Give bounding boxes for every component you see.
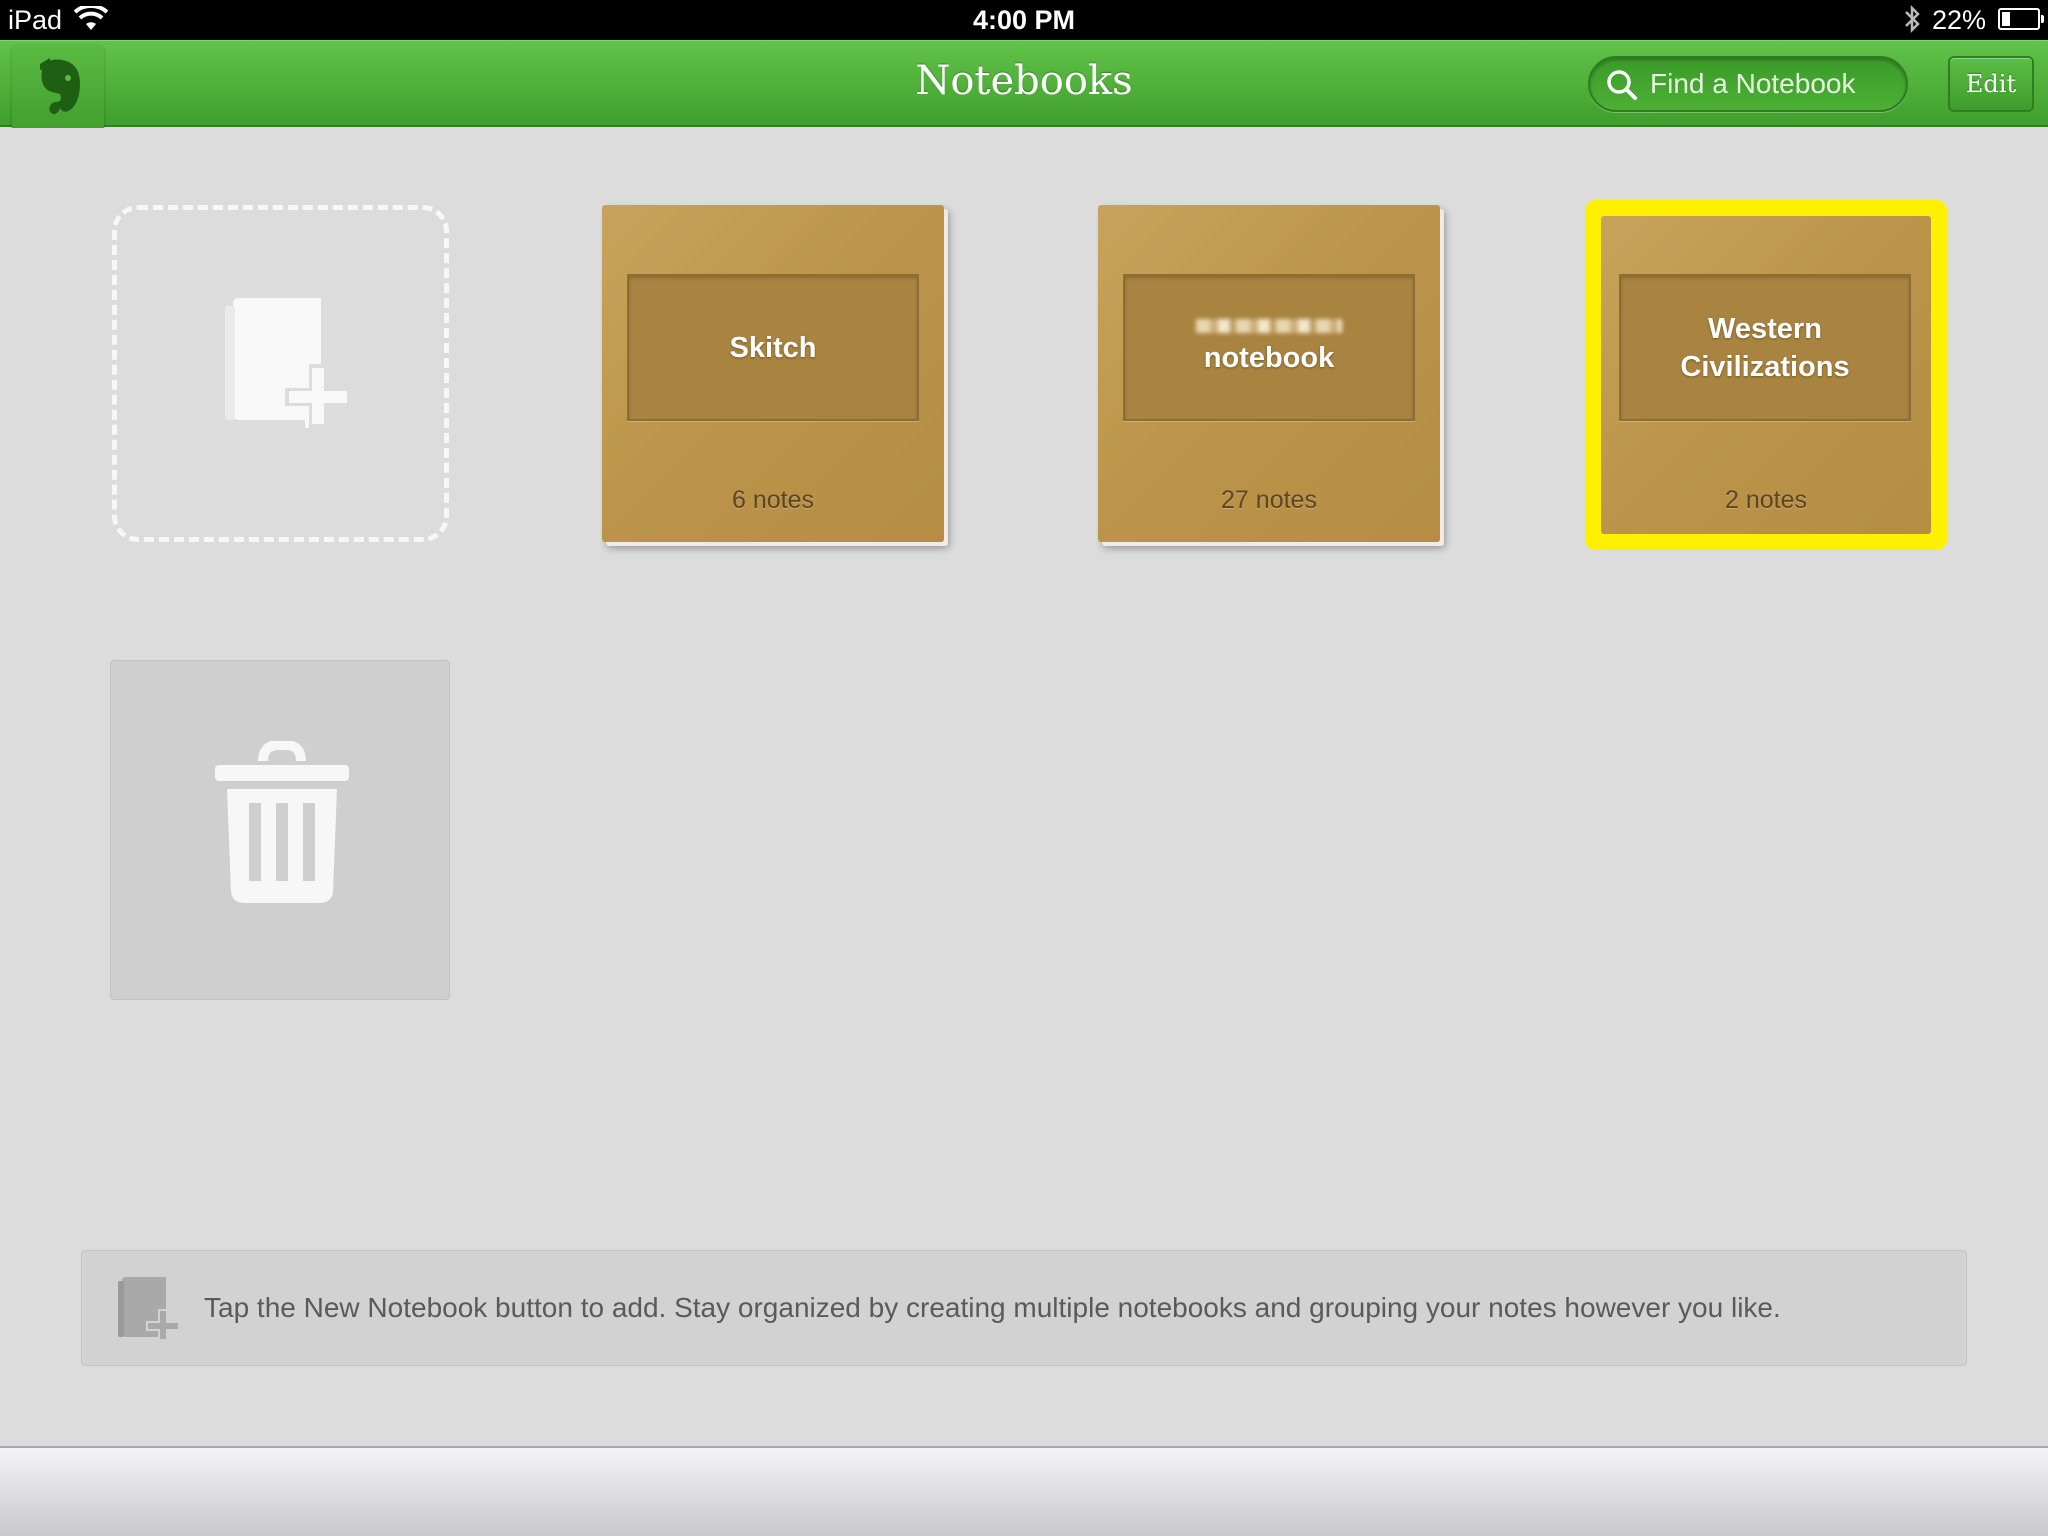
- trash-button[interactable]: [110, 660, 450, 1000]
- battery-icon: [1998, 8, 2044, 30]
- status-bar: iPad 4:00 PM 22%: [0, 0, 2048, 40]
- new-notebook-button[interactable]: [112, 205, 449, 542]
- notebook-title: notebook: [1203, 341, 1335, 374]
- notebook-note-count: 6 notes: [731, 486, 814, 514]
- bottom-toolbar: [0, 1446, 2048, 1536]
- notebook-title: Skitch: [729, 331, 817, 364]
- battery-percent: 22%: [1932, 5, 1987, 35]
- notebook-label: Western Civilizations: [1619, 274, 1911, 421]
- notebook-title: Western Civilizations: [1680, 312, 1850, 383]
- notebook-label: Skitch: [627, 274, 919, 421]
- notebook-skitch[interactable]: Skitch 6 notes: [602, 205, 944, 542]
- edit-button[interactable]: Edit: [1948, 56, 2034, 112]
- notebook-western-civilizations[interactable]: Western Civilizations 2 notes: [1601, 216, 1931, 534]
- status-time: 4:00 PM: [972, 5, 1076, 35]
- notebook-note-count: 27 notes: [1221, 486, 1317, 514]
- find-notebook-search[interactable]: [1588, 56, 1908, 112]
- notebook-personal[interactable]: notebook 27 notes: [1098, 205, 1440, 542]
- search-icon: [1607, 70, 1637, 100]
- new-notebook-icon: [225, 298, 351, 428]
- redacted-text: [1196, 318, 1342, 333]
- notebook-label: notebook: [1123, 274, 1415, 421]
- notebook-note-count: 2 notes: [1724, 486, 1807, 514]
- trash-icon: [215, 741, 349, 903]
- bluetooth-icon: [1905, 4, 1920, 34]
- hint-text: Tap the New Notebook button to add. Stay…: [204, 1292, 1781, 1323]
- search-input[interactable]: [1650, 64, 1894, 104]
- hint-banner: Tap the New Notebook button to add. Stay…: [81, 1250, 1967, 1366]
- new-notebook-icon: [118, 1277, 180, 1341]
